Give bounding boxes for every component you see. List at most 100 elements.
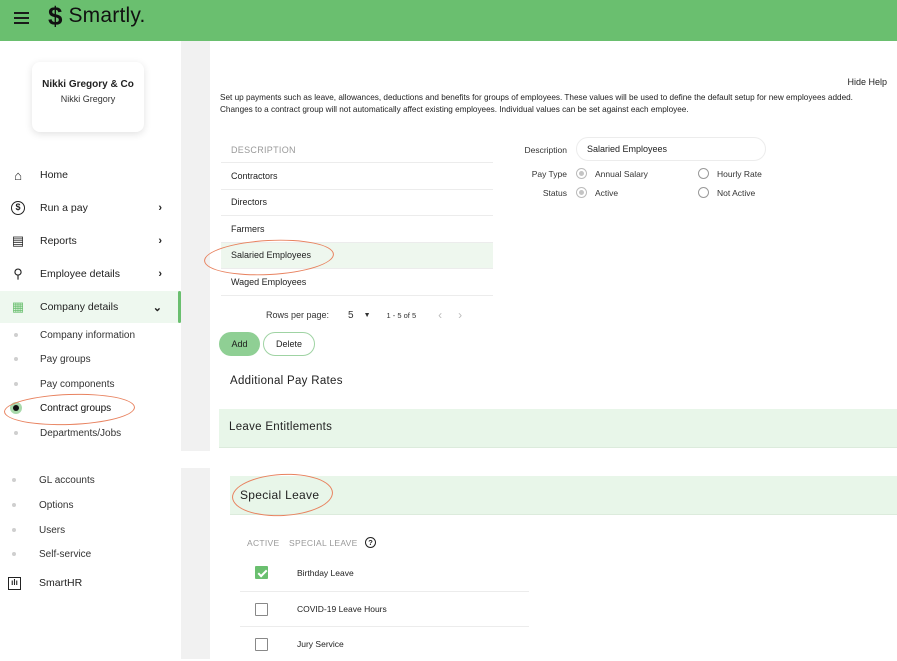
column-header-special-leave: SPECIAL LEAVE	[289, 538, 358, 548]
description-label: Description	[524, 145, 567, 155]
sidebar-subitem-pay-components[interactable]: Pay components	[0, 372, 181, 396]
sidebar-item-company-details[interactable]: ▦ Company details ⌄	[0, 291, 181, 323]
active-checkbox[interactable]	[255, 602, 268, 616]
sidebar-subitem-contract-groups[interactable]: Contract groups	[0, 396, 181, 420]
gutter	[181, 468, 210, 659]
chevron-right-icon: ›	[158, 202, 162, 214]
radio-label: Annual Salary	[595, 168, 648, 179]
sidebar-subitem-label: Users	[39, 524, 66, 536]
table-row-selected[interactable]: Salaried Employees	[221, 242, 493, 269]
sidebar-item-label: Company details	[40, 301, 119, 313]
radio-annual-salary[interactable]: Annual Salary	[576, 168, 648, 179]
bullet-icon	[14, 333, 18, 337]
table-row[interactable]: Farmers	[221, 216, 493, 243]
help-text: Set up payments such as leave, allowance…	[220, 93, 853, 114]
company-card[interactable]: Nikki Gregory & Co Nikki Gregory	[32, 62, 144, 132]
pagination: Rows per page: 5 ▼ 1 - 5 of 5 ‹ ›	[266, 308, 462, 322]
help-circle-icon[interactable]: ?	[365, 537, 376, 548]
sidebar-item-label: Home	[40, 169, 69, 181]
sidebar-subitem-label: GL accounts	[39, 474, 95, 486]
active-bullet-icon	[13, 405, 19, 411]
smartly-s-logo-icon: $	[48, 1, 63, 31]
pay-type-label: Pay Type	[531, 169, 567, 179]
next-page-button[interactable]: ›	[458, 308, 462, 322]
bar-chart-icon: ılı	[8, 576, 21, 590]
sidebar-item-home[interactable]: ⌂ Home	[0, 159, 181, 191]
sidebar-item-employee-details[interactable]: ⚲ Employee details ›	[0, 258, 181, 290]
special-leave-name: Birthday Leave	[297, 567, 354, 578]
brand-logo[interactable]: $ Smartly.	[48, 3, 146, 29]
chevron-down-icon: ⌄	[152, 301, 162, 314]
brand-name: Smartly.	[68, 4, 146, 27]
sidebar: Nikki Gregory & Co Nikki Gregory ⌂ Home …	[0, 41, 181, 659]
radio-circle[interactable]	[576, 168, 587, 179]
special-leave-row: Birthday Leave	[240, 555, 529, 590]
radio-circle[interactable]	[698, 168, 709, 179]
sidebar-subitem-label: Options	[39, 499, 74, 511]
sidebar-subitem-label: Pay groups	[40, 353, 91, 365]
sidebar-subitem-label: Company information	[40, 329, 136, 341]
sidebar-item-label: Reports	[40, 235, 77, 247]
table-row[interactable]: Contractors	[221, 163, 493, 190]
bullet-icon	[12, 528, 16, 532]
sidebar-subitem-company-information[interactable]: Company information	[0, 323, 181, 347]
column-header-description[interactable]: DESCRIPTION	[221, 137, 493, 163]
bullet-icon	[14, 431, 18, 435]
special-leave-section[interactable]: Special Leave	[230, 476, 897, 515]
sidebar-item-label: Run a pay	[40, 202, 88, 214]
additional-pay-rates-heading[interactable]: Additional Pay Rates	[230, 375, 343, 387]
bullet-icon	[12, 552, 16, 556]
sidebar-subitem-options[interactable]: Options	[0, 493, 181, 517]
sidebar-item-reports[interactable]: ▤ Reports ›	[0, 225, 181, 257]
building-icon: ▦	[11, 299, 25, 314]
hamburger-menu-icon[interactable]	[14, 12, 29, 26]
special-leave-row: Jury Service	[240, 626, 529, 661]
bullet-icon	[14, 382, 18, 386]
active-checkbox[interactable]	[255, 566, 268, 579]
sidebar-subitem-departments-jobs[interactable]: Departments/Jobs	[0, 421, 181, 445]
special-leave-name: COVID-19 Leave Hours	[297, 604, 387, 614]
chevron-right-icon: ›	[158, 235, 162, 247]
delete-button[interactable]: Delete	[263, 332, 315, 356]
gutter	[181, 41, 210, 451]
table-row[interactable]: Directors	[221, 190, 493, 216]
active-checkbox[interactable]	[255, 637, 268, 651]
bullet-icon	[14, 357, 18, 361]
radio-label: Hourly Rate	[717, 168, 762, 179]
special-leave-heading: Special Leave	[240, 488, 320, 502]
sidebar-subitem-pay-groups[interactable]: Pay groups	[0, 347, 181, 371]
sidebar-subitem-users[interactable]: Users	[0, 518, 181, 542]
sidebar-item-run-a-pay[interactable]: $ Run a pay ›	[0, 192, 181, 224]
chevron-right-icon: ›	[158, 268, 162, 280]
top-bar: $ Smartly.	[0, 0, 897, 41]
sidebar-subitem-label: Contract groups	[40, 402, 112, 414]
rows-per-page-select[interactable]: 5	[348, 310, 354, 321]
radio-hourly-rate[interactable]: Hourly Rate	[698, 168, 762, 179]
leave-entitlements-section[interactable]: Leave Entitlements	[219, 409, 897, 448]
main-content: Hide Help Set up payments such as leave,…	[203, 68, 897, 661]
company-name: Nikki Gregory & Co	[42, 79, 134, 90]
sidebar-item-smarthr[interactable]: ılı SmartHR	[0, 567, 181, 599]
sidebar-subitem-self-service[interactable]: Self-service	[0, 542, 181, 566]
prev-page-button[interactable]: ‹	[438, 308, 442, 322]
bullet-icon	[12, 503, 16, 507]
add-button[interactable]: Add	[219, 332, 260, 356]
company-user: Nikki Gregory	[60, 94, 116, 104]
special-leave-name: Jury Service	[297, 639, 344, 649]
person-icon: ⚲	[13, 266, 23, 281]
table-row[interactable]: Waged Employees	[221, 269, 493, 296]
radio-circle[interactable]	[698, 187, 709, 198]
caret-down-icon[interactable]: ▼	[364, 312, 371, 319]
home-icon: ⌂	[14, 167, 22, 183]
radio-not-active[interactable]: Not Active	[698, 187, 755, 198]
sidebar-item-label: SmartHR	[39, 577, 83, 589]
radio-circle[interactable]	[576, 187, 587, 198]
radio-label: Active	[595, 187, 619, 198]
dollar-circle-icon: $	[11, 201, 25, 215]
radio-label: Not Active	[717, 187, 756, 198]
bullet-icon	[12, 478, 16, 482]
sidebar-subitem-gl-accounts[interactable]: GL accounts	[0, 468, 181, 492]
description-input[interactable]	[576, 137, 766, 161]
hide-help-link[interactable]: Hide Help	[847, 77, 887, 87]
radio-active[interactable]: Active	[576, 187, 618, 198]
